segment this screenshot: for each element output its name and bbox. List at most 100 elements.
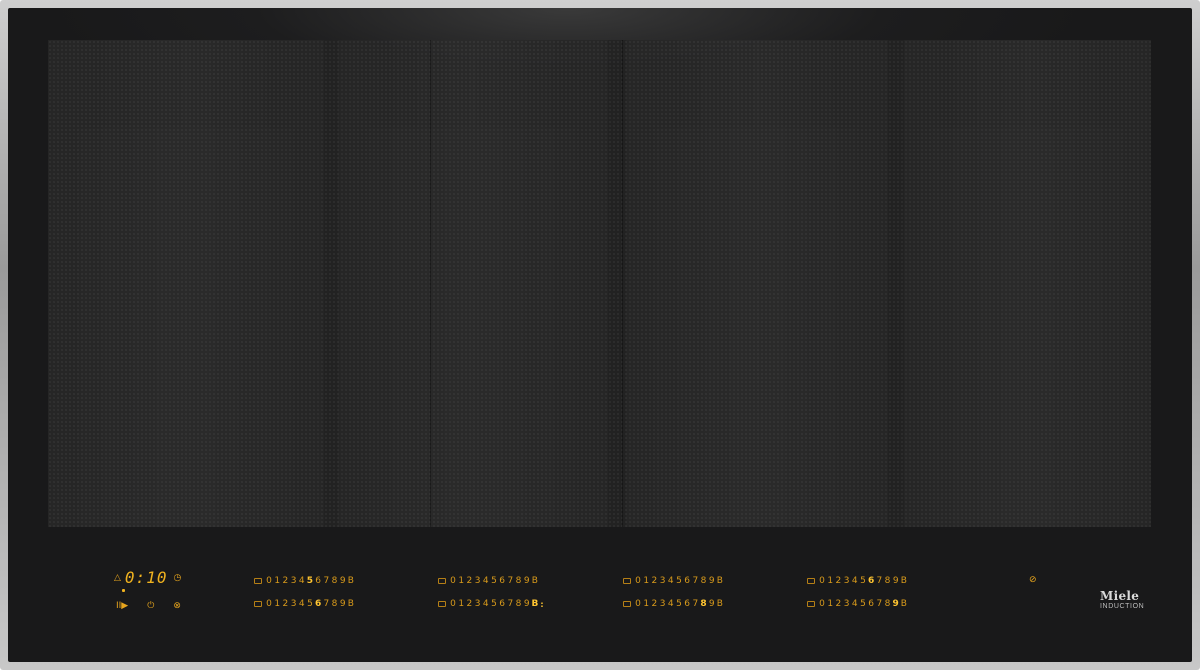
power-level-3[interactable]: 3 <box>659 576 667 586</box>
power-level-B[interactable]: B <box>531 599 539 609</box>
power-level-9[interactable]: 9 <box>523 576 531 586</box>
power-level-9[interactable]: 9 <box>892 599 900 609</box>
power-level-5[interactable]: 5 <box>490 576 498 586</box>
power-level-8[interactable]: 8 <box>884 576 892 586</box>
power-level-4[interactable]: 4 <box>482 599 490 609</box>
power-level-slider[interactable]: 0123456789B <box>623 576 724 586</box>
power-level-slider[interactable]: 0123456789B <box>807 576 908 586</box>
power-level-6[interactable]: 6 <box>498 599 506 609</box>
power-level-3[interactable]: 3 <box>290 576 298 586</box>
power-level-5[interactable]: 5 <box>859 576 867 586</box>
power-level-0[interactable]: 0 <box>449 576 457 586</box>
power-level-0[interactable]: 0 <box>634 576 642 586</box>
power-level-8[interactable]: 8 <box>331 599 339 609</box>
power-level-6[interactable]: 6 <box>314 599 322 609</box>
wipe-protection-icon[interactable]: ⊗ <box>173 601 181 611</box>
power-level-5[interactable]: 5 <box>675 599 683 609</box>
power-level-6[interactable]: 6 <box>498 576 506 586</box>
timer-up-icon[interactable]: △ <box>114 573 121 583</box>
power-level-1[interactable]: 1 <box>273 576 281 586</box>
power-level-7[interactable]: 7 <box>875 576 883 586</box>
power-level-0[interactable]: 0 <box>634 599 642 609</box>
power-level-B[interactable]: B <box>347 599 355 609</box>
power-level-8[interactable]: 8 <box>515 599 523 609</box>
power-level-7[interactable]: 7 <box>875 599 883 609</box>
power-level-slider[interactable]: 0123456789B: <box>438 599 545 609</box>
power-level-1[interactable]: 1 <box>642 599 650 609</box>
power-level-2[interactable]: 2 <box>281 599 289 609</box>
power-level-B[interactable]: B <box>900 599 908 609</box>
power-level-slider[interactable]: 0123456789B <box>438 576 539 586</box>
power-level-9[interactable]: 9 <box>708 576 716 586</box>
stop-go-icon[interactable]: II▶ <box>116 601 128 611</box>
power-level-5[interactable]: 5 <box>859 599 867 609</box>
power-level-B[interactable]: B <box>531 576 539 586</box>
power-level-5[interactable]: 5 <box>490 599 498 609</box>
power-level-0[interactable]: 0 <box>265 599 273 609</box>
power-level-B[interactable]: B <box>900 576 908 586</box>
power-level-9[interactable]: 9 <box>339 576 347 586</box>
power-level-1[interactable]: 1 <box>273 599 281 609</box>
power-level-4[interactable]: 4 <box>482 576 490 586</box>
lock-icon[interactable]: ⊘ <box>1029 575 1037 585</box>
power-level-2[interactable]: 2 <box>650 599 658 609</box>
power-level-3[interactable]: 3 <box>659 599 667 609</box>
power-level-3[interactable]: 3 <box>843 576 851 586</box>
power-level-8[interactable]: 8 <box>515 576 523 586</box>
power-level-6[interactable]: 6 <box>867 599 875 609</box>
power-level-B[interactable]: B <box>716 576 724 586</box>
power-level-7[interactable]: 7 <box>691 576 699 586</box>
power-level-2[interactable]: 2 <box>465 599 473 609</box>
power-level-2[interactable]: 2 <box>834 599 842 609</box>
power-level-9[interactable]: 9 <box>339 599 347 609</box>
power-level-4[interactable]: 4 <box>851 599 859 609</box>
power-level-3[interactable]: 3 <box>290 599 298 609</box>
power-level-2[interactable]: 2 <box>465 576 473 586</box>
power-level-B[interactable]: B <box>347 576 355 586</box>
power-level-4[interactable]: 4 <box>298 599 306 609</box>
power-level-1[interactable]: 1 <box>457 576 465 586</box>
power-level-5[interactable]: 5 <box>675 576 683 586</box>
power-level-9[interactable]: 9 <box>708 599 716 609</box>
power-level-3[interactable]: 3 <box>843 599 851 609</box>
power-level-8[interactable]: 8 <box>700 576 708 586</box>
power-level-0[interactable]: 0 <box>818 576 826 586</box>
power-level-7[interactable]: 7 <box>322 599 330 609</box>
power-level-2[interactable]: 2 <box>281 576 289 586</box>
power-level-3[interactable]: 3 <box>474 599 482 609</box>
power-level-4[interactable]: 4 <box>298 576 306 586</box>
power-level-8[interactable]: 8 <box>884 599 892 609</box>
power-level-6[interactable]: 6 <box>867 576 875 586</box>
power-level-1[interactable]: 1 <box>826 576 834 586</box>
power-level-7[interactable]: 7 <box>506 599 514 609</box>
power-level-3[interactable]: 3 <box>474 576 482 586</box>
power-level-6[interactable]: 6 <box>683 576 691 586</box>
power-level-5[interactable]: 5 <box>306 576 314 586</box>
power-level-5[interactable]: 5 <box>306 599 314 609</box>
power-level-7[interactable]: 7 <box>322 576 330 586</box>
power-level-slider[interactable]: 0123456789B <box>254 599 355 609</box>
power-level-0[interactable]: 0 <box>449 599 457 609</box>
power-level-7[interactable]: 7 <box>691 599 699 609</box>
power-level-1[interactable]: 1 <box>457 599 465 609</box>
power-level-slider[interactable]: 0123456789B <box>807 599 908 609</box>
power-level-2[interactable]: 2 <box>650 576 658 586</box>
power-level-4[interactable]: 4 <box>851 576 859 586</box>
power-level-8[interactable]: 8 <box>331 576 339 586</box>
power-level-B[interactable]: B <box>716 599 724 609</box>
power-icon[interactable]: ⏻ <box>147 601 154 611</box>
power-level-1[interactable]: 1 <box>826 599 834 609</box>
power-level-6[interactable]: 6 <box>314 576 322 586</box>
power-level-1[interactable]: 1 <box>642 576 650 586</box>
power-level-8[interactable]: 8 <box>700 599 708 609</box>
power-level-0[interactable]: 0 <box>265 576 273 586</box>
power-level-4[interactable]: 4 <box>667 599 675 609</box>
power-level-slider[interactable]: 0123456789B <box>254 576 355 586</box>
power-level-2[interactable]: 2 <box>834 576 842 586</box>
timer-clock-icon[interactable]: ◷ <box>173 573 181 583</box>
power-level-0[interactable]: 0 <box>818 599 826 609</box>
power-level-6[interactable]: 6 <box>683 599 691 609</box>
power-level-4[interactable]: 4 <box>667 576 675 586</box>
power-level-9[interactable]: 9 <box>523 599 531 609</box>
power-level-slider[interactable]: 0123456789B <box>623 599 724 609</box>
